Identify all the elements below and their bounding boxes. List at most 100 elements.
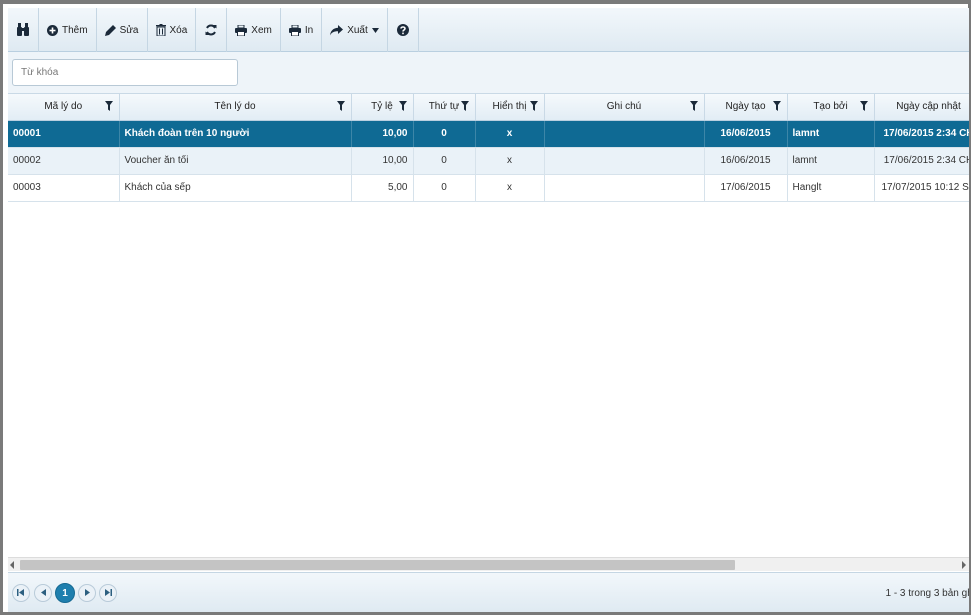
scroll-right-icon[interactable]: [962, 561, 966, 569]
cell-ten-ly-do: Voucher ăn tối: [119, 147, 352, 175]
cell-ten-ly-do: Khách đoàn trên 10 người: [119, 120, 352, 148]
plus-circle-icon: [47, 24, 58, 36]
current-page-button[interactable]: 1: [55, 583, 75, 603]
column-header-label: Hiển thị: [492, 101, 527, 113]
print-button[interactable]: In: [281, 8, 323, 52]
printer-icon: [235, 24, 248, 36]
column-header-ghi-chu[interactable]: Ghi chú: [544, 94, 705, 121]
cell-ty-le: 10,00: [351, 120, 414, 148]
filter-icon[interactable]: [336, 101, 345, 114]
cell-ten-ly-do: Khách của sếp: [119, 174, 352, 202]
add-button[interactable]: Thêm: [39, 8, 97, 52]
filter-icon[interactable]: [689, 101, 698, 114]
column-header-ngay-cap-nhat[interactable]: Ngày cập nhật: [874, 94, 969, 121]
search-toggle-button[interactable]: [8, 8, 39, 52]
toolbar: Thêm Sửa Xóa Xem In Xuất: [8, 8, 969, 52]
previous-page-button[interactable]: [34, 584, 52, 602]
column-header-ty-le[interactable]: Tỷ lệ: [351, 94, 414, 121]
column-header-ngay-tao[interactable]: Ngày tạo: [704, 94, 788, 121]
scrollbar-thumb[interactable]: [20, 560, 735, 570]
first-page-button[interactable]: [12, 584, 30, 602]
pager: 1 1 - 3 trong 3 bản ghi: [8, 572, 969, 612]
export-button[interactable]: Xuất: [322, 8, 388, 52]
table-row[interactable]: 00003 Khách của sếp 5,00 0 x 17/06/2015 Hanglt…: [8, 174, 969, 202]
column-header-label: Ngày tạo: [725, 101, 766, 113]
pager-info: 1 - 3 trong 3 bản ghi: [885, 588, 969, 599]
cell-tao-boi: lamnt: [787, 147, 875, 175]
filter-icon[interactable]: [859, 101, 868, 114]
column-header-thu-tu[interactable]: Thứ tự: [413, 94, 476, 121]
column-header-label: Mã lý do: [44, 101, 83, 113]
column-header-label: Ghi chú: [606, 101, 642, 113]
cell-hien-thi: x: [475, 147, 545, 175]
window-frame: Thêm Sửa Xóa Xem In Xuất Từ khóa Mã lý d…: [0, 0, 971, 615]
binoculars-icon: [17, 23, 29, 37]
table-row[interactable]: 00001 Khách đoàn trên 10 người 10,00 0 x 16/0…: [8, 120, 969, 148]
column-header-ma-ly-do[interactable]: Mã lý do: [8, 94, 120, 121]
cell-thu-tu: 0: [413, 120, 476, 148]
cell-ngay-tao: 17/06/2015: [704, 174, 788, 202]
column-header-hien-thi[interactable]: Hiển thị: [475, 94, 545, 121]
view-button[interactable]: Xem: [227, 8, 281, 52]
cell-ma-ly-do: 00003: [8, 174, 120, 202]
cell-thu-tu: 0: [413, 174, 476, 202]
cell-ngay-tao: 16/06/2015: [704, 147, 788, 175]
trash-icon: [155, 24, 166, 36]
cell-ngay-cap-nhat: 17/06/2015 2:34 CH: [874, 147, 969, 175]
filter-icon[interactable]: [104, 101, 113, 114]
view-label: Xem: [251, 24, 272, 36]
cell-thu-tu: 0: [413, 147, 476, 175]
pencil-icon: [104, 24, 116, 36]
grid-header-row: Mã lý do Tên lý do Tỷ lệ Thứ tự Hiển thị Ghi …: [8, 94, 969, 121]
delete-button[interactable]: Xóa: [148, 8, 197, 52]
cell-ghi-chu: [544, 120, 705, 148]
cell-ma-ly-do: 00001: [8, 120, 120, 148]
filter-icon[interactable]: [398, 101, 407, 114]
last-page-icon: [104, 588, 112, 599]
column-header-label: Thứ tự: [428, 101, 460, 113]
help-button[interactable]: [388, 8, 419, 52]
question-circle-icon: [396, 24, 409, 36]
column-header-tao-boi[interactable]: Tạo bởi: [787, 94, 875, 121]
table-row[interactable]: 00002 Voucher ăn tối 10,00 0 x 16/06/2015 lamn…: [8, 147, 969, 175]
main-panel: Thêm Sửa Xóa Xem In Xuất Từ khóa Mã lý d…: [8, 8, 969, 612]
current-page-number: 1: [62, 587, 68, 599]
cell-ngay-cap-nhat: 17/07/2015 10:12 SA: [874, 174, 969, 202]
filter-icon[interactable]: [529, 101, 538, 114]
cell-tao-boi: Hanglt: [787, 174, 875, 202]
column-header-label: Tạo bởi: [813, 101, 848, 113]
column-header-ten-ly-do[interactable]: Tên lý do: [119, 94, 352, 121]
cell-ty-le: 10,00: [351, 147, 414, 175]
cell-ghi-chu: [544, 147, 705, 175]
printer-icon: [288, 24, 301, 36]
share-arrow-icon: [330, 24, 344, 36]
data-grid: Mã lý do Tên lý do Tỷ lệ Thứ tự Hiển thị Ghi …: [8, 94, 969, 202]
cell-tao-boi: lamnt: [787, 120, 875, 148]
cell-ghi-chu: [544, 174, 705, 202]
edit-button[interactable]: Sửa: [97, 8, 148, 52]
cell-ngay-tao: 16/06/2015: [704, 120, 788, 148]
caret-down-icon: [371, 27, 379, 33]
next-page-button[interactable]: [78, 584, 96, 602]
last-page-button[interactable]: [99, 584, 117, 602]
cell-hien-thi: x: [475, 120, 545, 148]
add-label: Thêm: [62, 24, 88, 36]
filter-icon[interactable]: [460, 101, 469, 114]
cell-ma-ly-do: 00002: [8, 147, 120, 175]
first-page-icon: [17, 588, 25, 599]
horizontal-scrollbar[interactable]: [8, 557, 969, 571]
keyword-search-input[interactable]: [12, 59, 238, 86]
refresh-button[interactable]: [196, 8, 228, 52]
column-header-label: Tỷ lệ: [371, 101, 393, 113]
column-header-label: Tên lý do: [214, 101, 256, 113]
refresh-icon: [205, 24, 217, 36]
export-label: Xuất: [347, 24, 368, 36]
scroll-left-icon[interactable]: [10, 561, 14, 569]
filter-icon[interactable]: [772, 101, 781, 114]
grid-body: 00001 Khách đoàn trên 10 người 10,00 0 x 16/0…: [8, 120, 969, 202]
column-header-label: Ngày cập nhật: [896, 101, 961, 113]
print-label: In: [304, 24, 314, 36]
chevron-left-icon: [40, 588, 46, 599]
cell-ngay-cap-nhat: 17/06/2015 2:34 CH: [874, 120, 969, 148]
delete-label: Xóa: [169, 24, 188, 36]
